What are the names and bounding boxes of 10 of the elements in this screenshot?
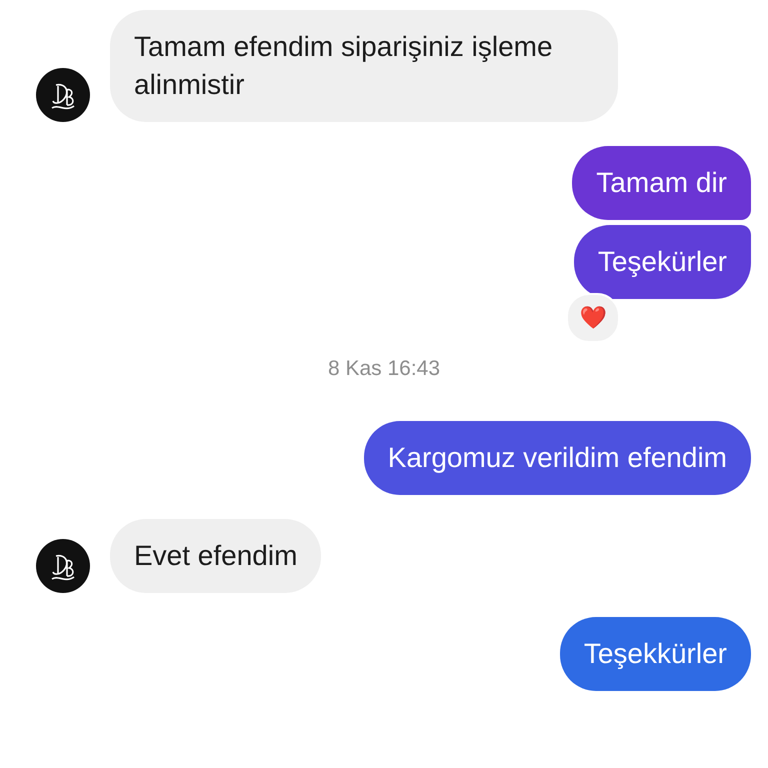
message-bubble: Teşekürler (574, 225, 751, 299)
avatar-icon[interactable] (36, 68, 90, 122)
message-bubble: Teşekkürler (560, 617, 751, 691)
timestamp: 8 Kas 16:43 (328, 357, 440, 381)
reaction[interactable]: ❤ (566, 293, 620, 343)
avatar-icon[interactable] (36, 539, 90, 593)
message-bubble: Tamam dir (572, 146, 751, 220)
message-bubble: Tamam efendim siparişiniz işleme alinmistir (110, 10, 618, 122)
message-bubble: Kargomuz verildim efendim (364, 421, 751, 495)
message-bubble: Evet efendim (110, 519, 322, 593)
